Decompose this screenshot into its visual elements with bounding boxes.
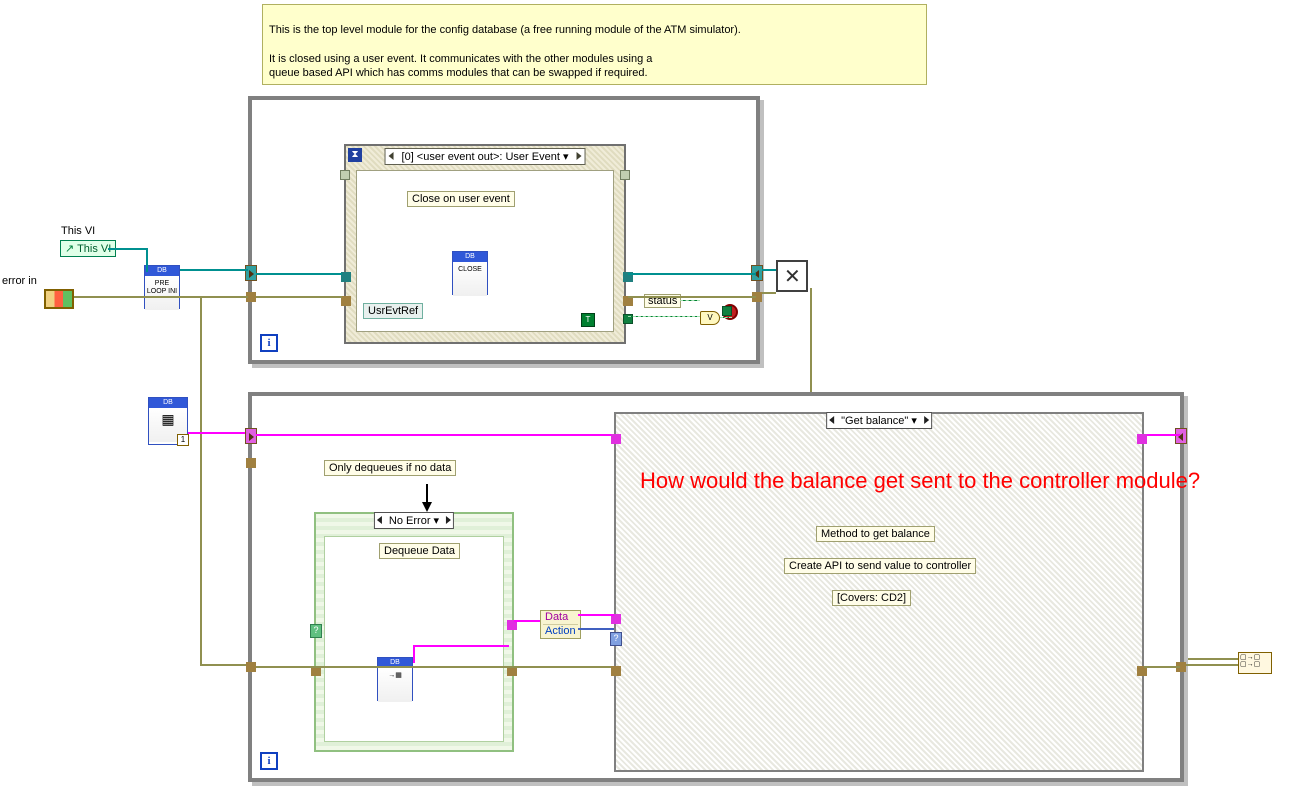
close-vi-icon[interactable]: [776, 260, 808, 292]
error-in-label: error in: [2, 275, 37, 287]
this-vi-label: This VI: [61, 225, 95, 237]
method-get-balance-label: Method to get balance: [816, 526, 935, 542]
wire-pink-data-to-case: [578, 614, 614, 616]
getbal-selector-terminal: ?: [610, 632, 622, 646]
wire-pink-db1-to-loop: [188, 432, 250, 434]
subvi-close-hdr: DB: [453, 252, 487, 262]
top-comment: This is the top level module for the con…: [262, 4, 927, 85]
unbundle-data: Data: [543, 611, 578, 625]
subvi-db1-badge: 1: [177, 434, 189, 446]
wire-or-to-stop: [720, 317, 732, 318]
subvi-pre-loop-init[interactable]: DB PRE LOOP INI: [144, 265, 180, 309]
no-error-case-structure[interactable]: No Error ▾ Dequeue Data DB →▦ ?: [314, 512, 514, 752]
bool-true-const: T: [581, 313, 595, 327]
wire-teal-into-upper: [180, 269, 248, 271]
upper-loop-index: i: [260, 334, 278, 352]
usr-evt-ref-const: UsrEvtRef: [363, 303, 423, 319]
lower-sr-right-pink: [1175, 428, 1187, 444]
getbal-tunnel-left-pink-top: [611, 434, 621, 444]
subvi-db1[interactable]: DB ▦ 1: [148, 397, 188, 445]
upper-loop-stop-wire-node: [722, 306, 732, 316]
dyn-event-left: [340, 170, 350, 180]
get-balance-case-structure[interactable]: "Get balance" ▾ Method to get balance Cr…: [614, 412, 1144, 772]
merge-errors-node: ▢→▢ ▢→▢: [1238, 652, 1272, 674]
this-vi-ref-text: This VI: [77, 243, 111, 255]
wire-err-upper-left: [256, 296, 342, 298]
subvi-pre-hdr: DB: [145, 266, 179, 276]
wire-pink-to-unbundle: [514, 620, 540, 622]
wire-teal-upper-left: [256, 273, 342, 275]
covers-label: [Covers: CD2]: [832, 590, 911, 606]
event-structure[interactable]: ⧗ [0] <user event out>: User Event ▾ Clo…: [344, 144, 626, 344]
lower-loop-index: i: [260, 752, 278, 770]
wire-err-down-to-lower: [200, 296, 202, 666]
subvi-dequeue[interactable]: DB →▦: [377, 657, 413, 701]
or-gate: V: [700, 311, 720, 325]
dyn-event-right: [620, 170, 630, 180]
unbundle-action: Action: [543, 625, 578, 638]
event-tunnel-left-err: [341, 296, 351, 306]
wire-status-to-or: [680, 300, 700, 301]
top-comment-text: This is the top level module for the con…: [269, 24, 741, 79]
wire-err-lower-to-merge: [1186, 664, 1238, 666]
subvi-dq-body: →▦: [378, 668, 412, 702]
red-annotation: How would the balance get sent to the co…: [640, 468, 1200, 494]
close-on-user-event-label: Close on user event: [407, 191, 515, 207]
dequeue-data-label: Dequeue Data: [379, 543, 460, 559]
wire-teal-upper-right: [628, 273, 756, 275]
data-action-unbundle: Data Action: [540, 610, 581, 639]
wire-err-into-lower: [200, 664, 248, 666]
lower-while-loop[interactable]: i Only dequeues if no data No Error ▾ De…: [248, 392, 1184, 782]
hourglass-icon: ⧗: [348, 148, 362, 162]
wire-err-out-upper: [762, 292, 776, 294]
wire-err-case-to-right: [1144, 666, 1180, 668]
wire-bool-to-or: [628, 316, 700, 317]
lower-tunnel-left-err-top: [246, 458, 256, 468]
no-error-case-selector[interactable]: No Error ▾: [374, 512, 454, 529]
wire-action-to-selector: [578, 628, 614, 630]
wire-teal-out-upper: [762, 269, 776, 271]
wire-thisvi-down: [146, 248, 148, 272]
wire-err-preloop-in: [180, 296, 248, 298]
no-error-case-inner: Dequeue Data DB →▦: [324, 536, 504, 742]
wire-pink-dq-out: [413, 645, 509, 647]
subvi-db1-hdr: DB: [149, 398, 187, 408]
only-dequeues-label: Only dequeues if no data: [324, 460, 456, 476]
wire-err-noerr-to-case: [256, 666, 616, 668]
lower-tunnel-left-err-bot: [246, 662, 256, 672]
case-selector-terminal: ?: [310, 624, 322, 638]
error-in-terminal: [44, 289, 74, 309]
subvi-pre-body: PRE LOOP INI: [145, 276, 179, 310]
wire-thisvi-to-loop: [108, 248, 148, 250]
getbal-tunnel-left-err: [611, 666, 621, 676]
get-balance-case-selector[interactable]: "Get balance" ▾: [826, 412, 932, 429]
upper-while-loop[interactable]: i ⧗ [0] <user event out>: User Event ▾ C…: [248, 96, 760, 364]
lower-sr-left-pink: [245, 428, 257, 444]
arrow-down-icon: [422, 502, 432, 512]
wire-err-upper-right: [628, 296, 756, 298]
create-api-label: Create API to send value to controller: [784, 558, 976, 574]
subvi-close-body: CLOSE: [453, 262, 487, 296]
subvi-close[interactable]: DB CLOSE: [452, 251, 488, 295]
event-case-selector[interactable]: [0] <user event out>: User Event ▾: [385, 148, 586, 165]
event-inner: Close on user event DB CLOSE UsrEvtRef T: [356, 170, 614, 332]
getbal-tunnel-right-pink-top: [1137, 434, 1147, 444]
event-tunnel-left-teal: [341, 272, 351, 282]
wire-pink-dq-up: [413, 645, 415, 663]
